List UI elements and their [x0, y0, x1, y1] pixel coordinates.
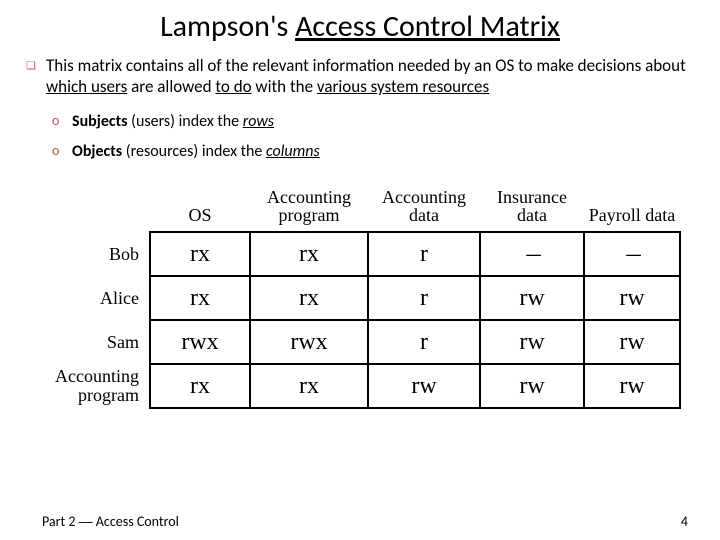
- text-fragment: This matrix contains all of the relevant…: [46, 55, 686, 76]
- em-dash-icon: —: [524, 243, 539, 267]
- text-underline: various system resources: [317, 76, 489, 97]
- matrix-cell: rwx: [250, 320, 368, 364]
- table-row: Accounting program rx rx rw rw rw: [40, 364, 680, 408]
- bullet-o-icon: o: [52, 142, 66, 162]
- text-italic-underline: rows: [243, 112, 274, 131]
- table-row: Alice rx rx r rw rw: [40, 276, 680, 320]
- access-matrix: OS Accounting program Accounting data In…: [40, 184, 680, 410]
- matrix-cell: rx: [150, 364, 250, 408]
- matrix-cell: —: [584, 232, 680, 276]
- text-fragment: Access Control: [93, 513, 179, 530]
- matrix-cell: —: [480, 232, 584, 276]
- bullet-level2: o Objects (resources) index the columns: [52, 142, 694, 162]
- slide-footer: Part 2 — Access Control 4: [0, 513, 720, 530]
- matrix-cell: rx: [250, 232, 368, 276]
- text-bold: Objects: [72, 142, 122, 161]
- col-header: Accounting data: [368, 184, 480, 233]
- matrix-cell: r: [368, 320, 480, 364]
- matrix-cell: rw: [584, 320, 680, 364]
- row-header: Bob: [40, 232, 150, 276]
- matrix-cell: rx: [250, 276, 368, 320]
- matrix-cell: rx: [150, 232, 250, 276]
- matrix-corner: [40, 184, 150, 233]
- text-underline: which users: [46, 76, 127, 97]
- matrix-cell: rw: [368, 364, 480, 408]
- text-underline: to do: [215, 76, 251, 97]
- em-dash-icon: —: [624, 243, 639, 267]
- matrix-cell: rw: [584, 276, 680, 320]
- text-fragment: Part 2: [42, 513, 79, 530]
- row-header: Sam: [40, 320, 150, 364]
- col-header: Payroll data: [584, 184, 680, 233]
- col-header: Accounting program: [250, 184, 368, 233]
- title-main: Access Control Matrix: [295, 8, 560, 45]
- matrix-cell: rw: [480, 320, 584, 364]
- matrix-cell: rw: [584, 364, 680, 408]
- matrix-cell: r: [368, 276, 480, 320]
- em-dash-icon: —: [79, 513, 93, 529]
- matrix-cell: rw: [480, 364, 584, 408]
- col-header: OS: [150, 184, 250, 233]
- table-row: Sam rwx rwx r rw rw: [40, 320, 680, 364]
- matrix-cell: rw: [480, 276, 584, 320]
- text-fragment: are allowed: [127, 76, 215, 97]
- row-header: Alice: [40, 276, 150, 320]
- col-header: Insurance data: [480, 184, 584, 233]
- text-fragment: with the: [252, 76, 317, 97]
- matrix-cell: rx: [250, 364, 368, 408]
- matrix-header-row: OS Accounting program Accounting data In…: [40, 184, 680, 233]
- bullet-list: ❏ This matrix contains all of the releva…: [0, 55, 720, 162]
- bullet-text: Subjects (users) index the rows: [66, 112, 274, 132]
- bullet-square-icon: ❏: [26, 55, 38, 98]
- text-fragment: (users) index the: [128, 112, 243, 131]
- page-number: 4: [681, 513, 688, 530]
- bullet-o-icon: o: [52, 112, 66, 132]
- bullet-text: This matrix contains all of the relevant…: [38, 55, 694, 98]
- text-bold: Subjects: [72, 112, 128, 131]
- text-italic-underline: columns: [266, 142, 320, 161]
- bullet-level1: ❏ This matrix contains all of the releva…: [26, 55, 694, 98]
- matrix-cell: r: [368, 232, 480, 276]
- footer-left: Part 2 — Access Control: [42, 513, 179, 530]
- page-title: Lampson's Access Control Matrix: [0, 8, 720, 45]
- table-row: Bob rx rx r — —: [40, 232, 680, 276]
- bullet-text: Objects (resources) index the columns: [66, 142, 320, 162]
- text-fragment: (resources) index the: [122, 142, 266, 161]
- matrix-cell: rx: [150, 276, 250, 320]
- matrix-cell: rwx: [150, 320, 250, 364]
- row-header: Accounting program: [40, 364, 150, 408]
- matrix-table: OS Accounting program Accounting data In…: [40, 184, 681, 410]
- slide: Lampson's Access Control Matrix ❏ This m…: [0, 0, 720, 540]
- title-prefix: Lampson's: [160, 8, 295, 45]
- bullet-level2: o Subjects (users) index the rows: [52, 112, 694, 132]
